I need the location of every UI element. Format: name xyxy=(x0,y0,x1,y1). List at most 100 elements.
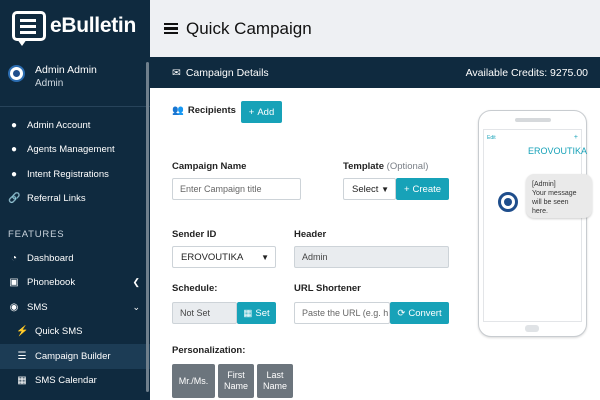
users-icon: 👥 xyxy=(172,105,184,116)
address-book-icon: ▣ xyxy=(9,277,19,289)
page-title: Quick Campaign xyxy=(186,18,312,38)
phone-home-button xyxy=(525,325,539,332)
sidebar-item-quick-sms[interactable]: ⚡ Quick SMS xyxy=(0,320,150,345)
sidebar-scrollbar[interactable] xyxy=(146,62,149,392)
schedule-value: Not Set xyxy=(180,308,211,318)
template-label-text: Template xyxy=(343,161,385,172)
chevron-left-icon: ❮ xyxy=(132,277,140,288)
sidebar-item-sms-calendar[interactable]: ▦ SMS Calendar xyxy=(0,369,150,394)
users-icon: ● xyxy=(10,144,18,156)
preview-avatar xyxy=(498,192,518,212)
sidebar-item-label: SMS Calendar xyxy=(35,375,97,387)
template-select[interactable]: Select ▼ xyxy=(343,178,396,200)
sidebar-item-admin-account[interactable]: ● Admin Account xyxy=(0,113,150,138)
create-template-button[interactable]: + Create xyxy=(396,178,449,200)
schedule-input[interactable]: Not Set xyxy=(172,302,237,324)
campaign-name-label: Campaign Name xyxy=(172,161,247,172)
url-shortener-label: URL Shortener xyxy=(294,283,361,294)
sidebar-item-phonebook[interactable]: ▣ Phonebook ❮ xyxy=(0,271,150,296)
avatar xyxy=(8,65,25,82)
set-schedule-button-label: Set xyxy=(255,307,270,319)
menu-bars-icon[interactable] xyxy=(164,21,178,37)
personalization-tag-first-name[interactable]: First Name xyxy=(218,364,254,398)
message-bubble: [Admin] Your message will be seen here. xyxy=(526,174,592,218)
sidebar-item-label: Campaign Builder xyxy=(35,350,111,362)
user-tag-icon: ● xyxy=(10,168,18,180)
add-recipient-button-label: Add xyxy=(257,106,275,118)
phone-screen: Edit + EROVOUTIKA xyxy=(483,129,587,322)
personalization-tag-last-name[interactable]: Last Name xyxy=(257,364,293,398)
personalization-label: Personalization: xyxy=(172,345,246,356)
sidebar-item-referral-links[interactable]: 🔗 Referral Links xyxy=(0,187,150,212)
template-label: Template (Optional) xyxy=(343,161,428,172)
sync-icon: ⟳ xyxy=(397,307,406,319)
sidebar-item-sms[interactable]: ◉ SMS ⌄ xyxy=(0,295,150,320)
personalization-tag-salutation[interactable]: Mr./Ms. xyxy=(172,364,215,398)
card-title: Campaign Details xyxy=(185,66,269,79)
template-optional-text: (Optional) xyxy=(386,161,429,172)
plus-icon: + xyxy=(403,183,410,195)
set-schedule-button[interactable]: ▦ Set xyxy=(237,302,276,324)
sidebar-item-dashboard[interactable]: ◔ Dashboard xyxy=(0,246,150,271)
sidebar-item-agents-management[interactable]: ● Agents Management xyxy=(0,138,150,163)
user-panel[interactable]: Admin Admin Admin xyxy=(0,52,150,106)
calendar-icon: ▦ xyxy=(243,307,253,319)
header-input[interactable]: Admin xyxy=(294,246,449,268)
phone-notch xyxy=(515,118,551,122)
chevron-down-icon: ▼ xyxy=(261,252,269,262)
user-role: Admin xyxy=(35,78,64,89)
link-icon: 🔗 xyxy=(8,193,21,205)
calendar-icon: ▦ xyxy=(17,375,27,387)
sms-icon: ◉ xyxy=(9,301,19,313)
card-body: 👥 Recipients + Add Campaign Name Enter C… xyxy=(150,88,600,400)
convert-url-button[interactable]: ⟳ Convert xyxy=(390,302,449,324)
template-select-value: Select xyxy=(352,183,379,195)
recipients-label-group: 👥 Recipients xyxy=(172,105,236,116)
sidebar-item-intent-registrations[interactable]: ● Intent Registrations xyxy=(0,162,150,187)
url-input-placeholder: Paste the URL (e.g. h xyxy=(302,308,389,318)
header-label: Header xyxy=(294,229,327,240)
page-header: Quick Campaign xyxy=(150,0,600,57)
plus-icon: + xyxy=(573,134,578,141)
schedule-label: Schedule: xyxy=(172,283,218,294)
sidebar: eBulletin Admin Admin Admin ● Admin Acco… xyxy=(0,0,150,400)
chevron-down-icon: ▼ xyxy=(381,184,389,194)
sidebar-item-label: Phonebook xyxy=(27,277,76,289)
sender-id-select[interactable]: EROVOUTIKA ▼ xyxy=(172,246,276,268)
header-value: Admin xyxy=(302,252,328,262)
bars-icon: ☰ xyxy=(17,350,27,362)
chevron-down-icon: ⌄ xyxy=(132,301,140,312)
sidebar-item-label: Agents Management xyxy=(27,144,115,156)
message-header: [Admin] xyxy=(532,181,556,188)
url-input[interactable]: Paste the URL (e.g. h xyxy=(294,302,390,324)
features-section-title: FEATURES xyxy=(8,229,65,240)
create-template-button-label: Create xyxy=(412,183,442,195)
edit-link: Edit xyxy=(487,135,496,141)
user-cog-icon: ● xyxy=(10,119,18,131)
sender-id-label: Sender ID xyxy=(172,229,217,240)
campaign-name-input[interactable]: Enter Campaign title xyxy=(172,178,301,200)
sidebar-item-label: SMS xyxy=(27,301,48,313)
convert-url-button-label: Convert xyxy=(408,307,442,319)
campaign-name-placeholder: Enter Campaign title xyxy=(180,184,262,194)
chat-bubble-icon xyxy=(12,11,46,46)
available-credits: Available Credits: 9275.00 xyxy=(465,66,588,79)
plus-icon: + xyxy=(248,106,255,118)
sidebar-item-label: Quick SMS xyxy=(35,326,83,338)
sender-id-value: EROVOUTIKA xyxy=(181,251,244,263)
message-body: Your message will be seen here. xyxy=(532,190,577,215)
sidebar-item-label: Intent Registrations xyxy=(27,168,109,180)
sidebar-item-label: Referral Links xyxy=(27,193,86,205)
app-logo[interactable]: eBulletin xyxy=(0,0,150,52)
main-content: Quick Campaign ✉ Campaign Details Availa… xyxy=(150,0,600,400)
phone-preview: Edit + EROVOUTIKA [Admin] Your message w… xyxy=(478,110,592,337)
sidebar-item-campaign-builder[interactable]: ☰ Campaign Builder xyxy=(0,344,150,369)
card-header: ✉ Campaign Details Available Credits: 92… xyxy=(150,57,600,88)
bolt-icon: ⚡ xyxy=(16,326,29,338)
preview-sender: EROVOUTIKA xyxy=(528,146,588,156)
user-name: Admin Admin xyxy=(35,64,97,76)
envelope-icon: ✉ xyxy=(172,66,181,79)
recipients-label: Recipients xyxy=(187,105,236,116)
sidebar-item-label: Admin Account xyxy=(27,119,91,131)
add-recipient-button[interactable]: + Add xyxy=(241,101,282,123)
